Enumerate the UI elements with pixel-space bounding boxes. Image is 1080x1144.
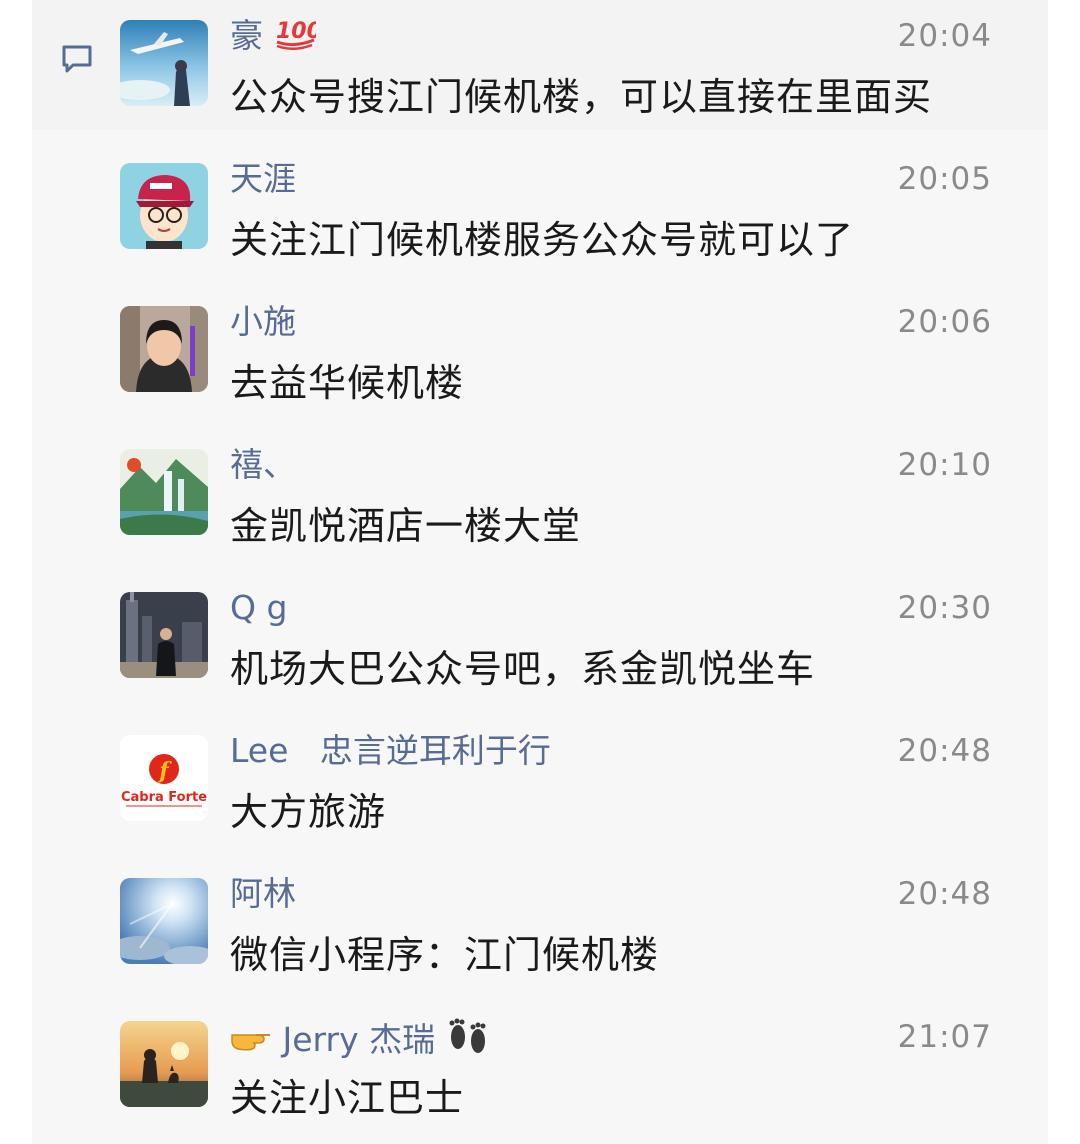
- comment-time: 20:05: [897, 161, 992, 197]
- avatar-logo-text: Cabra Forte: [121, 790, 207, 805]
- commenter-name[interactable]: Q g: [230, 586, 287, 630]
- comment-time: 20:10: [897, 447, 992, 483]
- comment-text: 金凯悦酒店一楼大堂: [230, 504, 582, 548]
- hundred-points-icon: 100: [274, 14, 321, 61]
- comment-text: 公众号搜江门候机楼，可以直接在里面买: [230, 75, 933, 119]
- commenter-name[interactable]: 小施: [230, 300, 296, 344]
- avatar[interactable]: [120, 163, 208, 249]
- comment-time: 20:30: [897, 590, 992, 626]
- comment-time: 20:04: [897, 18, 992, 54]
- comment-item[interactable]: Q g 20:30 机场大巴公众号吧，系金凯悦坐车: [120, 572, 1000, 715]
- comment-item[interactable]: 豪 100 20:04 公众号搜江门候机楼，可以直接在里面买: [120, 0, 1000, 143]
- commenter-name[interactable]: 禧、: [230, 443, 296, 487]
- avatar[interactable]: [120, 449, 208, 535]
- avatar[interactable]: [120, 592, 208, 678]
- comment-time: 21:07: [897, 1019, 992, 1055]
- avatar[interactable]: [120, 306, 208, 392]
- comment-item[interactable]: 天涯 20:05 关注江门候机楼服务公众号就可以了: [120, 143, 1000, 286]
- comment-text: 关注小江巴士: [230, 1076, 465, 1120]
- comment-item[interactable]: Jerry 杰瑞 21:07 关注小江巴士: [120, 1001, 1000, 1144]
- pointing-hand-icon: [230, 1020, 272, 1064]
- avatar[interactable]: f Cabra Forte: [120, 735, 208, 821]
- commenter-name[interactable]: 天涯: [230, 157, 296, 201]
- comment-item[interactable]: f Cabra Forte Lee 忠言逆耳利于行 20:48 大方旅游: [120, 715, 1000, 858]
- comment-text: 去益华候机楼: [230, 361, 465, 405]
- avatar[interactable]: [120, 20, 208, 106]
- comment-item[interactable]: 禧、 20:10 金凯悦酒店一楼大堂: [120, 429, 1000, 572]
- comment-text: 机场大巴公众号吧，系金凯悦坐车: [230, 647, 816, 691]
- comment-text: 微信小程序：江门候机楼: [230, 933, 660, 977]
- comment-time: 20:48: [897, 876, 992, 912]
- comment-text: 关注江门候机楼服务公众号就可以了: [230, 218, 855, 262]
- comments-page: 豪 100 20:04 公众号搜江门候机楼，可以直接在里面买: [0, 0, 1080, 1144]
- commenter-name[interactable]: 阿林: [230, 872, 296, 916]
- avatar[interactable]: [120, 1021, 208, 1107]
- avatar[interactable]: [120, 878, 208, 964]
- comment-item[interactable]: 小施 20:06 去益华候机楼: [120, 286, 1000, 429]
- comment-time: 20:48: [897, 733, 992, 769]
- commenter-name[interactable]: 豪: [230, 16, 263, 55]
- commenter-name[interactable]: Lee 忠言逆耳利于行: [230, 729, 551, 773]
- comment-item[interactable]: 阿林 20:48 微信小程序：江门候机楼: [120, 858, 1000, 1001]
- footprints-icon: [446, 1015, 490, 1068]
- comment-text: 大方旅游: [230, 790, 387, 834]
- comment-time: 20:06: [897, 304, 992, 340]
- comment-icon[interactable]: [60, 42, 94, 76]
- commenter-name[interactable]: Jerry 杰瑞: [283, 1020, 436, 1059]
